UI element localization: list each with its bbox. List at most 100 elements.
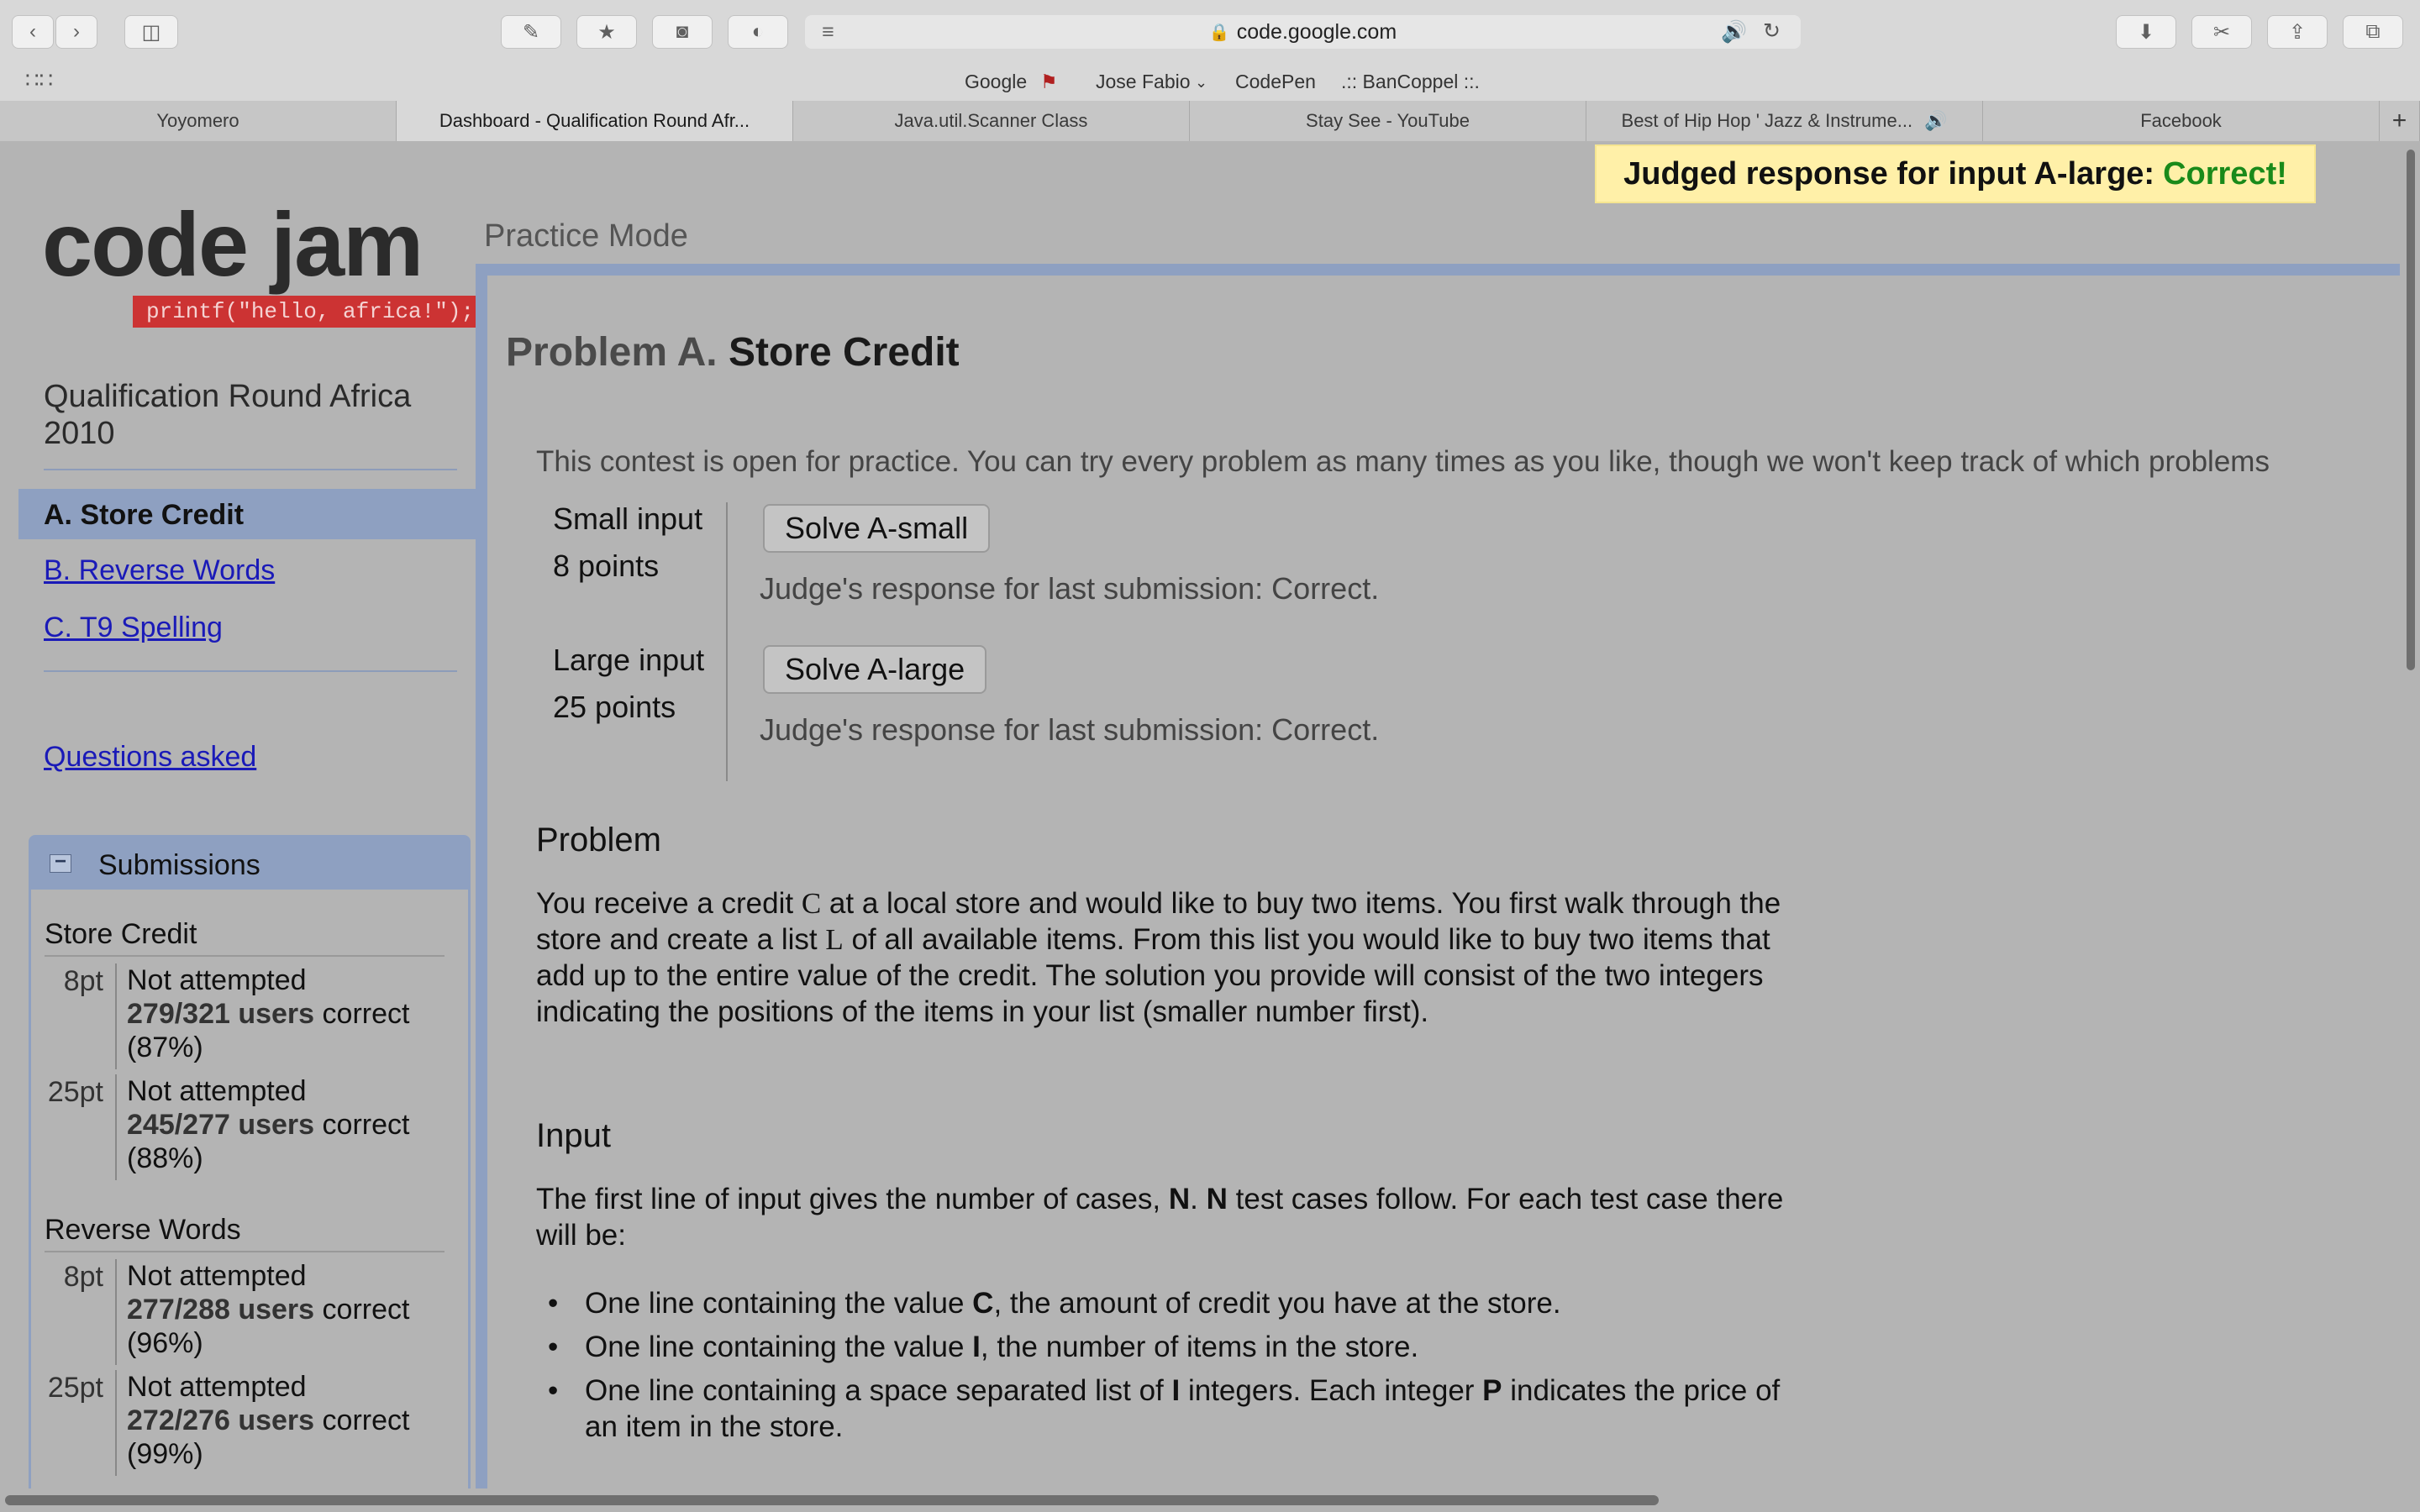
var: I xyxy=(972,1331,981,1363)
var-n: N xyxy=(1206,1183,1228,1215)
tab-bar: Yoyomero Dashboard - Qualification Round… xyxy=(0,101,2420,142)
status-text: Not attempted xyxy=(127,1371,307,1403)
scrollbar-thumb[interactable] xyxy=(2407,150,2415,670)
new-tab-button[interactable]: + xyxy=(2380,101,2420,141)
divider xyxy=(115,1259,117,1365)
scrollbar-thumb[interactable] xyxy=(5,1495,1659,1505)
nav-item-t9-spelling[interactable]: C. T9 Spelling xyxy=(44,612,223,644)
clipper-button[interactable]: ✂ xyxy=(2191,15,2252,49)
back-button[interactable]: ‹ xyxy=(12,15,54,49)
solve-a-large-button[interactable]: Solve A-large xyxy=(763,645,987,694)
vertical-scrollbar[interactable] xyxy=(2400,141,2420,1488)
audio-playing-icon[interactable]: 🔊 xyxy=(1721,20,1747,45)
address-bar[interactable]: ≡ 🔒 code.google.com 🔊 ↻ xyxy=(805,15,1801,49)
list-item: One line containing the value C, the amo… xyxy=(548,1285,1795,1321)
collapse-icon[interactable]: − xyxy=(50,852,71,873)
divider xyxy=(45,1251,445,1252)
text: You receive a credit xyxy=(536,887,802,920)
downloads-button[interactable]: ⬇ xyxy=(2116,15,2176,49)
download-icon: ⬇ xyxy=(2137,20,2155,44)
favorite-codepen[interactable]: CodePen xyxy=(1235,71,1316,93)
sidebar-icon: ◫ xyxy=(141,20,161,44)
reader-icon[interactable]: ≡ xyxy=(822,20,834,45)
var: C xyxy=(972,1287,994,1320)
tab-label: Best of Hip Hop ' Jazz & Instrume... xyxy=(1621,110,1913,131)
incognito-extension-button[interactable]: ◙ xyxy=(652,15,713,49)
horizontal-scrollbar[interactable] xyxy=(0,1488,2420,1512)
list-item: One line containing the value I, the num… xyxy=(548,1329,1795,1365)
tab-label: Dashboard - Qualification Round Afr... xyxy=(439,110,750,131)
star-icon: ★ xyxy=(597,20,616,44)
tab-label: Facebook xyxy=(2140,110,2222,131)
share-icon: ⇪ xyxy=(2288,20,2307,44)
practice-mode-label: Practice Mode xyxy=(484,218,688,254)
var-c: C xyxy=(801,887,822,920)
status-text: Not attempted xyxy=(127,1260,307,1292)
divider xyxy=(45,955,445,957)
list-item: One line containing a space separated li… xyxy=(548,1373,1795,1445)
browser-toolbar: ‹ › ◫ ✎ ★ ◙ ◐ ≡ 🔒 code.google.com 🔊 ↻ ⬇ … xyxy=(0,0,2420,63)
input-name: Large input xyxy=(553,643,705,677)
favorite-bancoppel[interactable]: .:: BanCoppel ::. xyxy=(1341,71,1480,93)
chevron-right-icon: › xyxy=(73,20,80,43)
solve-a-small-button[interactable]: Solve A-small xyxy=(763,504,991,553)
tab-java-scanner[interactable]: Java.util.Scanner Class xyxy=(793,101,1190,141)
speaker-icon[interactable]: 🔊 xyxy=(1924,110,1947,132)
chevron-left-icon: ‹ xyxy=(29,20,36,43)
submission-status: Not attempted 279/321 users correct (87%… xyxy=(127,963,446,1064)
text: integers. Each integer xyxy=(1180,1374,1483,1407)
privacy-extension-button[interactable]: ◐ xyxy=(728,15,788,49)
status-text: Not attempted xyxy=(127,1075,307,1107)
var-n: N xyxy=(1168,1183,1191,1215)
submission-status: Not attempted 277/288 users correct (96%… xyxy=(127,1259,446,1360)
points-label: 8pt xyxy=(63,1261,103,1293)
divider xyxy=(44,469,457,470)
tab-yoyomero[interactable]: Yoyomero xyxy=(0,101,397,141)
correct-percent: (88%) xyxy=(127,1142,203,1174)
edit-extension-button[interactable]: ✎ xyxy=(501,15,561,49)
tab-hiphop[interactable]: Best of Hip Hop ' Jazz & Instrume... 🔊 xyxy=(1586,101,1983,141)
chevron-down-icon: ⌄ xyxy=(1195,74,1208,91)
sidebar-toggle-button[interactable]: ◫ xyxy=(124,15,178,49)
text: One line containing the value xyxy=(585,1287,973,1320)
points-label: 25pt xyxy=(47,1372,103,1404)
users-count: 272/276 users xyxy=(127,1404,315,1436)
problem-content: Problem A. Store Credit This contest is … xyxy=(487,276,2420,1488)
text: , the amount of credit you have at the s… xyxy=(993,1287,1561,1320)
small-input-label: Small input 8 points xyxy=(553,496,702,590)
input-points: 8 points xyxy=(553,549,660,583)
submissions-title: Submissions xyxy=(98,849,260,881)
nav-item-store-credit[interactable]: A. Store Credit xyxy=(18,489,476,539)
round-title: Qualification Round Africa 2010 xyxy=(44,379,412,451)
tab-youtube[interactable]: Stay See - YouTube xyxy=(1190,101,1586,141)
questions-asked-link[interactable]: Questions asked xyxy=(44,741,256,774)
judged-response-toast: Judged response for input A-large: Corre… xyxy=(1595,144,2316,203)
logo-tagline: printf("hello, africa!"); xyxy=(133,296,488,328)
tab-facebook[interactable]: Facebook xyxy=(1983,101,2380,141)
tab-label: Yoyomero xyxy=(156,110,239,131)
tabs-overview-button[interactable]: ⧉ xyxy=(2343,15,2403,49)
points-label: 25pt xyxy=(47,1076,103,1108)
tab-dashboard[interactable]: Dashboard - Qualification Round Afr... xyxy=(397,101,793,141)
code-jam-logo: code jam xyxy=(42,193,424,295)
favorite-jose-fabio[interactable]: Jose Fabio xyxy=(1096,71,1191,93)
shield-icon: ◐ xyxy=(751,20,765,43)
plus-icon: + xyxy=(2391,107,2407,134)
share-button[interactable]: ⇪ xyxy=(2267,15,2328,49)
nav-item-reverse-words[interactable]: B. Reverse Words xyxy=(44,554,275,587)
forward-button[interactable]: › xyxy=(55,15,97,49)
tab-label: Stay See - YouTube xyxy=(1306,110,1470,131)
points-label: 8pt xyxy=(63,965,103,997)
var-l: L xyxy=(825,923,844,956)
bookmark-extension-button[interactable]: ★ xyxy=(576,15,637,49)
problem-prefix: Problem A. xyxy=(506,330,718,375)
divider xyxy=(726,502,728,781)
users-count: 277/288 users xyxy=(127,1294,315,1326)
toast-text: Judged response for input A-large: xyxy=(1623,155,2155,192)
favorite-google[interactable]: Google xyxy=(965,71,1027,93)
lock-icon: 🔒 xyxy=(1208,23,1230,42)
apps-grid-icon[interactable]: ∷∷ xyxy=(25,67,53,93)
reload-icon[interactable]: ↻ xyxy=(1763,18,1781,44)
problem-frame: Problem A. Store Credit This contest is … xyxy=(476,264,2420,1488)
submission-section-title: Reverse Words xyxy=(45,1214,241,1246)
